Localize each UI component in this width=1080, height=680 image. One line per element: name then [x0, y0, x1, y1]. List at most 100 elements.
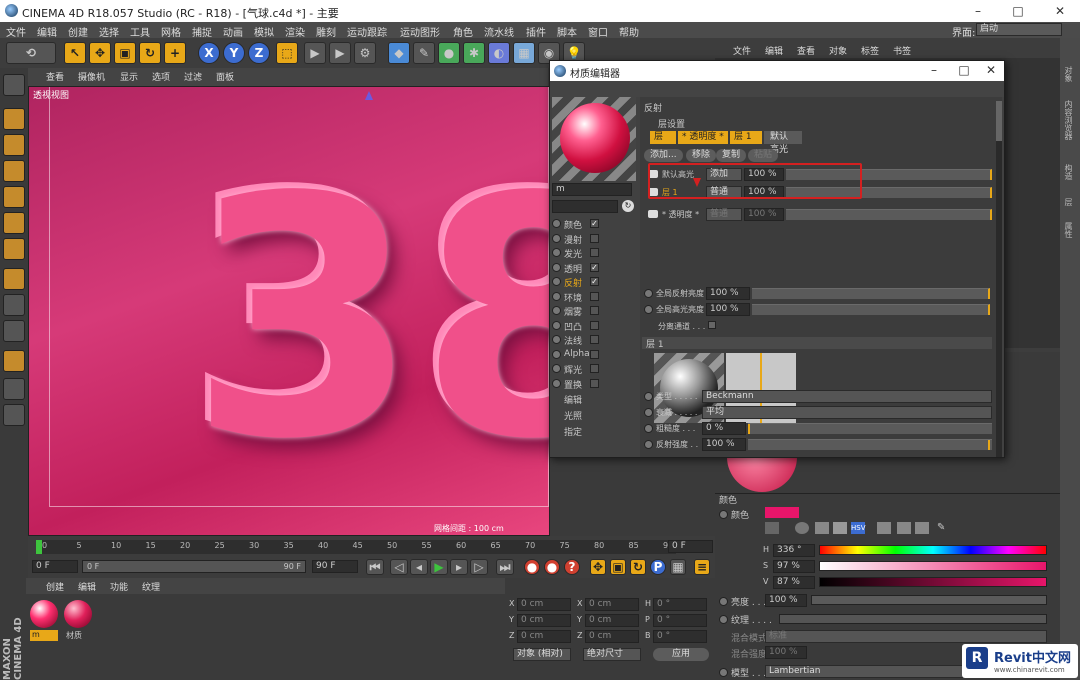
object-menu-item[interactable]: 编辑: [765, 44, 783, 57]
rotation-key-icon[interactable]: ↻: [630, 559, 646, 575]
select-tool-icon[interactable]: ↖: [64, 42, 86, 64]
menu-item[interactable]: 选择: [99, 24, 119, 39]
scale-key-icon[interactable]: ▣: [610, 559, 626, 575]
coord-value-field[interactable]: 0 °: [653, 614, 707, 627]
coord-value-field[interactable]: 0 cm: [585, 614, 639, 627]
menu-item[interactable]: 渲染: [285, 24, 305, 39]
channel-checkbox[interactable]: ✓: [590, 219, 599, 228]
channel-row[interactable]: Alpha: [552, 348, 636, 362]
material-m-label[interactable]: m: [30, 630, 58, 641]
viewport-menu-item[interactable]: 面板: [216, 70, 234, 83]
undo-button[interactable]: ⟲: [6, 42, 56, 64]
coord-value-field[interactable]: 0 cm: [517, 598, 571, 611]
hsv-field[interactable]: 87 %: [773, 576, 815, 589]
channel-checkbox[interactable]: [590, 248, 599, 257]
channel-checkbox[interactable]: [590, 349, 599, 359]
hsv-field[interactable]: 336 °: [773, 544, 815, 557]
menu-item[interactable]: 创建: [68, 24, 88, 39]
color-swatch[interactable]: [765, 507, 799, 518]
right-tab[interactable]: 内容浏览器: [1063, 100, 1074, 140]
kelvin-icon[interactable]: [897, 522, 911, 534]
property-radio[interactable]: [644, 408, 653, 417]
polygons-mode-icon[interactable]: [3, 238, 25, 260]
image-icon[interactable]: [833, 522, 847, 534]
channel-radio[interactable]: [552, 306, 561, 315]
global-field[interactable]: 100 %: [706, 287, 750, 300]
hsv-field[interactable]: 97 %: [773, 560, 815, 573]
channel-radio[interactable]: [552, 349, 561, 359]
right-tab[interactable]: 构造: [1063, 164, 1074, 180]
move-tool-icon[interactable]: ✥: [89, 42, 111, 64]
channel-row[interactable]: 发光: [552, 246, 636, 260]
eyedropper-icon[interactable]: ✎: [937, 522, 951, 534]
texture-slot[interactable]: [779, 614, 1047, 624]
make-editable-icon[interactable]: [3, 74, 25, 96]
interface-select[interactable]: 启动: [976, 23, 1062, 36]
hsv-button[interactable]: HSV: [851, 522, 866, 534]
menu-item[interactable]: 运动图形: [400, 24, 440, 39]
material-search-field[interactable]: [552, 200, 618, 213]
me-maximize-button[interactable]: □: [950, 61, 978, 79]
menu-item[interactable]: 脚本: [557, 24, 577, 39]
material-extra-item[interactable]: 指定: [564, 425, 582, 438]
brightness-field[interactable]: 100 %: [765, 594, 807, 607]
property-row[interactable]: 衰减 . . . . . 平均: [642, 405, 994, 420]
channel-checkbox[interactable]: [590, 291, 599, 301]
keyframe-selection-icon[interactable]: ?: [564, 559, 580, 575]
cloner-icon[interactable]: ✱: [463, 42, 485, 64]
material-menu-item[interactable]: 创建: [46, 580, 64, 593]
deformer-icon[interactable]: ◐: [488, 42, 510, 64]
mix-strength-field[interactable]: 100 %: [765, 646, 807, 659]
layer-action-button[interactable]: 移除: [686, 149, 717, 162]
channel-checkbox[interactable]: [590, 364, 599, 373]
channel-row[interactable]: 环境: [552, 290, 636, 304]
layer-action-button[interactable]: 复制: [716, 149, 747, 162]
autokey-icon[interactable]: ●: [544, 559, 560, 575]
right-tab[interactable]: 层: [1063, 198, 1074, 206]
material-2-thumbnail[interactable]: [64, 600, 92, 628]
coord-mode-select[interactable]: 对象 (相对): [513, 648, 571, 661]
channel-radio[interactable]: [552, 291, 561, 301]
property-row[interactable]: 类型 . . . . . Beckmann: [642, 389, 994, 404]
menu-item[interactable]: 窗口: [588, 24, 608, 39]
end-frame-field[interactable]: 90 F: [312, 560, 358, 573]
color-picker-icon[interactable]: [765, 522, 779, 534]
property-slider[interactable]: [748, 439, 992, 450]
channel-row[interactable]: 法线: [552, 333, 636, 347]
minimize-button[interactable]: –: [958, 2, 998, 20]
me-minimize-button[interactable]: –: [920, 61, 948, 79]
z-axis-button[interactable]: Z: [248, 42, 270, 64]
layer-action-button[interactable]: 粘贴: [748, 149, 779, 162]
material-2-label[interactable]: 材质: [64, 630, 92, 641]
material-m-thumbnail[interactable]: [30, 600, 58, 628]
axis-mode-icon[interactable]: [3, 268, 25, 290]
timeline-window-icon[interactable]: ≡: [694, 559, 710, 575]
material-editor-scrollbar[interactable]: [996, 101, 1002, 457]
add-tool-icon[interactable]: +: [164, 42, 186, 64]
property-radio[interactable]: [644, 424, 653, 433]
viewport-menu-item[interactable]: 选项: [152, 70, 170, 83]
layer-strength-field[interactable]: 100 %: [744, 208, 784, 221]
brightness-radio[interactable]: [719, 597, 728, 606]
channel-checkbox[interactable]: [590, 335, 599, 344]
menu-item[interactable]: 运动跟踪: [347, 24, 387, 39]
layer-eye-icon[interactable]: [648, 210, 658, 218]
y-axis-button[interactable]: Y: [223, 42, 245, 64]
subdivision-icon[interactable]: ●: [438, 42, 460, 64]
me-close-button[interactable]: ✕: [978, 61, 1004, 79]
global-slider[interactable]: [752, 288, 990, 299]
channel-row[interactable]: 烟雾: [552, 304, 636, 318]
coord-value-field[interactable]: 0 cm: [517, 630, 571, 643]
menu-item[interactable]: 角色: [453, 24, 473, 39]
layer-action-button[interactable]: 添加...: [644, 149, 683, 162]
material-extra-item[interactable]: 光照: [564, 409, 582, 422]
object-menu-item[interactable]: 文件: [733, 44, 751, 57]
property-row[interactable]: 粗糙度 . . . 0 %: [642, 421, 994, 436]
object-menu-item[interactable]: 书签: [893, 44, 911, 57]
channel-checkbox[interactable]: [590, 306, 599, 315]
property-slider[interactable]: [748, 423, 992, 434]
layer-row[interactable]: * 透明度 * 普通 100 %: [644, 207, 994, 222]
channel-row[interactable]: 透明 ✓: [552, 261, 636, 275]
channel-row[interactable]: 颜色 ✓: [552, 217, 636, 231]
material-preview-large[interactable]: [552, 97, 636, 181]
